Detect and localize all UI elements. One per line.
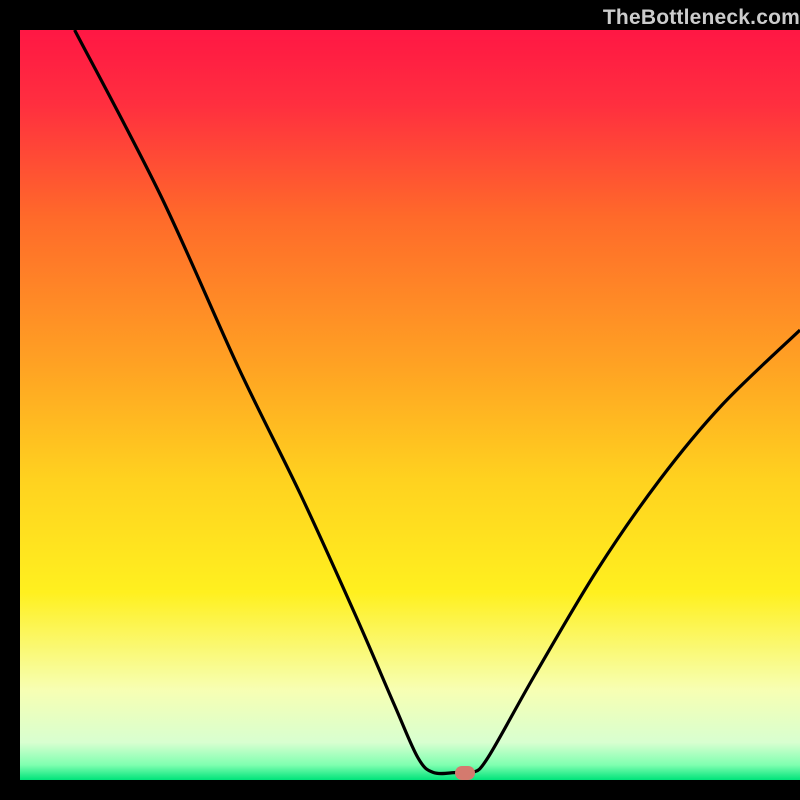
- chart-plot-area: [20, 30, 800, 780]
- bottleneck-marker: [455, 766, 475, 780]
- chart-svg: [20, 30, 800, 780]
- gradient-background: [20, 30, 800, 780]
- watermark-text: TheBottleneck.com: [603, 6, 800, 30]
- chart-frame: TheBottleneck.com: [20, 0, 800, 780]
